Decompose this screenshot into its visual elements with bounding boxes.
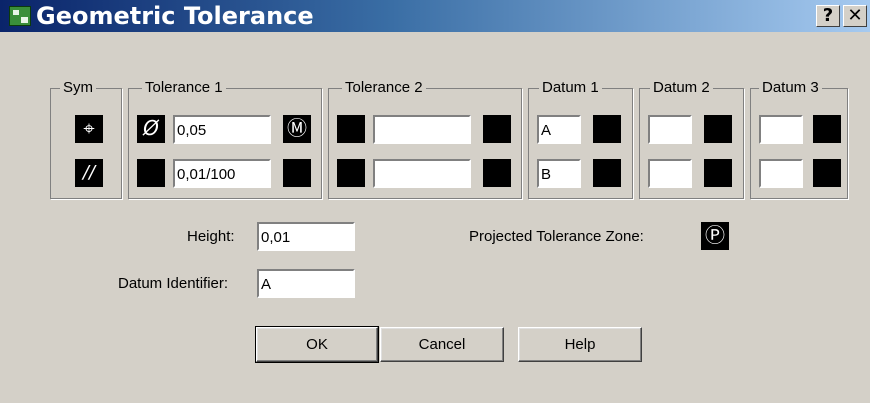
tolerance2-row1-diameter-button[interactable] (337, 115, 365, 143)
height-label: Height: (187, 228, 235, 245)
datum2-row2-input[interactable] (648, 159, 692, 188)
window-title: Geometric Tolerance (36, 2, 314, 30)
help-title-button[interactable]: ? (816, 5, 840, 27)
datum3-row1-material-condition-button[interactable] (813, 115, 841, 143)
height-input[interactable]: 0,01 (257, 222, 355, 251)
sym-group-label: Sym (60, 79, 96, 97)
datum2-group-label: Datum 2 (650, 79, 713, 97)
sym-position-button[interactable]: ⌖ (75, 115, 103, 143)
tolerance1-row1-value-input[interactable]: 0,05 (173, 115, 271, 144)
datum1-group-label: Datum 1 (539, 79, 602, 97)
sym-group: Sym ⌖ // (50, 79, 122, 199)
datum3-row2-input[interactable] (759, 159, 803, 188)
tolerance1-row2-value-input[interactable]: 0,01/100 (173, 159, 271, 188)
title-bar[interactable]: Geometric Tolerance ? ✕ (0, 0, 870, 32)
datum3-row1-input[interactable] (759, 115, 803, 144)
tolerance2-row1-material-condition-button[interactable] (483, 115, 511, 143)
tolerance1-group: Tolerance 1 Ø 0,05 Ⓜ 0,01/100 (128, 79, 322, 199)
tolerance1-row2-material-condition-button[interactable] (283, 159, 311, 187)
tolerance2-row1-value-input[interactable] (373, 115, 471, 144)
datum-identifier-label: Datum Identifier: (118, 275, 229, 292)
tolerance1-row1-material-condition-button[interactable]: Ⓜ (283, 115, 311, 143)
ok-button[interactable]: OK (255, 326, 379, 363)
tolerance2-row2-diameter-button[interactable] (337, 159, 365, 187)
datum3-group-label: Datum 3 (759, 79, 822, 97)
close-button[interactable]: ✕ (843, 5, 867, 27)
datum1-row2-input[interactable]: B (537, 159, 581, 188)
datum3-group: Datum 3 (750, 79, 848, 199)
tolerance2-row2-value-input[interactable] (373, 159, 471, 188)
datum2-row2-material-condition-button[interactable] (704, 159, 732, 187)
help-button[interactable]: Help (518, 327, 642, 362)
datum2-row1-material-condition-button[interactable] (704, 115, 732, 143)
tolerance2-group: Tolerance 2 (328, 79, 522, 199)
datum1-group: Datum 1 A B (528, 79, 633, 199)
datum-identifier-input[interactable]: A (257, 269, 355, 298)
tolerance2-group-label: Tolerance 2 (342, 79, 426, 97)
datum3-row2-material-condition-button[interactable] (813, 159, 841, 187)
cancel-button[interactable]: Cancel (380, 327, 504, 362)
datum2-row1-input[interactable] (648, 115, 692, 144)
tolerance1-group-label: Tolerance 1 (142, 79, 226, 97)
app-icon (9, 6, 31, 26)
sym-parallelism-button[interactable]: // (75, 159, 103, 187)
datum1-row1-material-condition-button[interactable] (593, 115, 621, 143)
tolerance1-row2-diameter-button[interactable] (137, 159, 165, 187)
tolerance2-row2-material-condition-button[interactable] (483, 159, 511, 187)
datum1-row1-input[interactable]: A (537, 115, 581, 144)
projected-tolerance-zone-label: Projected Tolerance Zone: (469, 228, 644, 245)
tolerance1-row1-diameter-button[interactable]: Ø (137, 115, 165, 143)
datum1-row2-material-condition-button[interactable] (593, 159, 621, 187)
projected-tolerance-zone-button[interactable]: Ⓟ (701, 222, 729, 250)
datum2-group: Datum 2 (639, 79, 744, 199)
